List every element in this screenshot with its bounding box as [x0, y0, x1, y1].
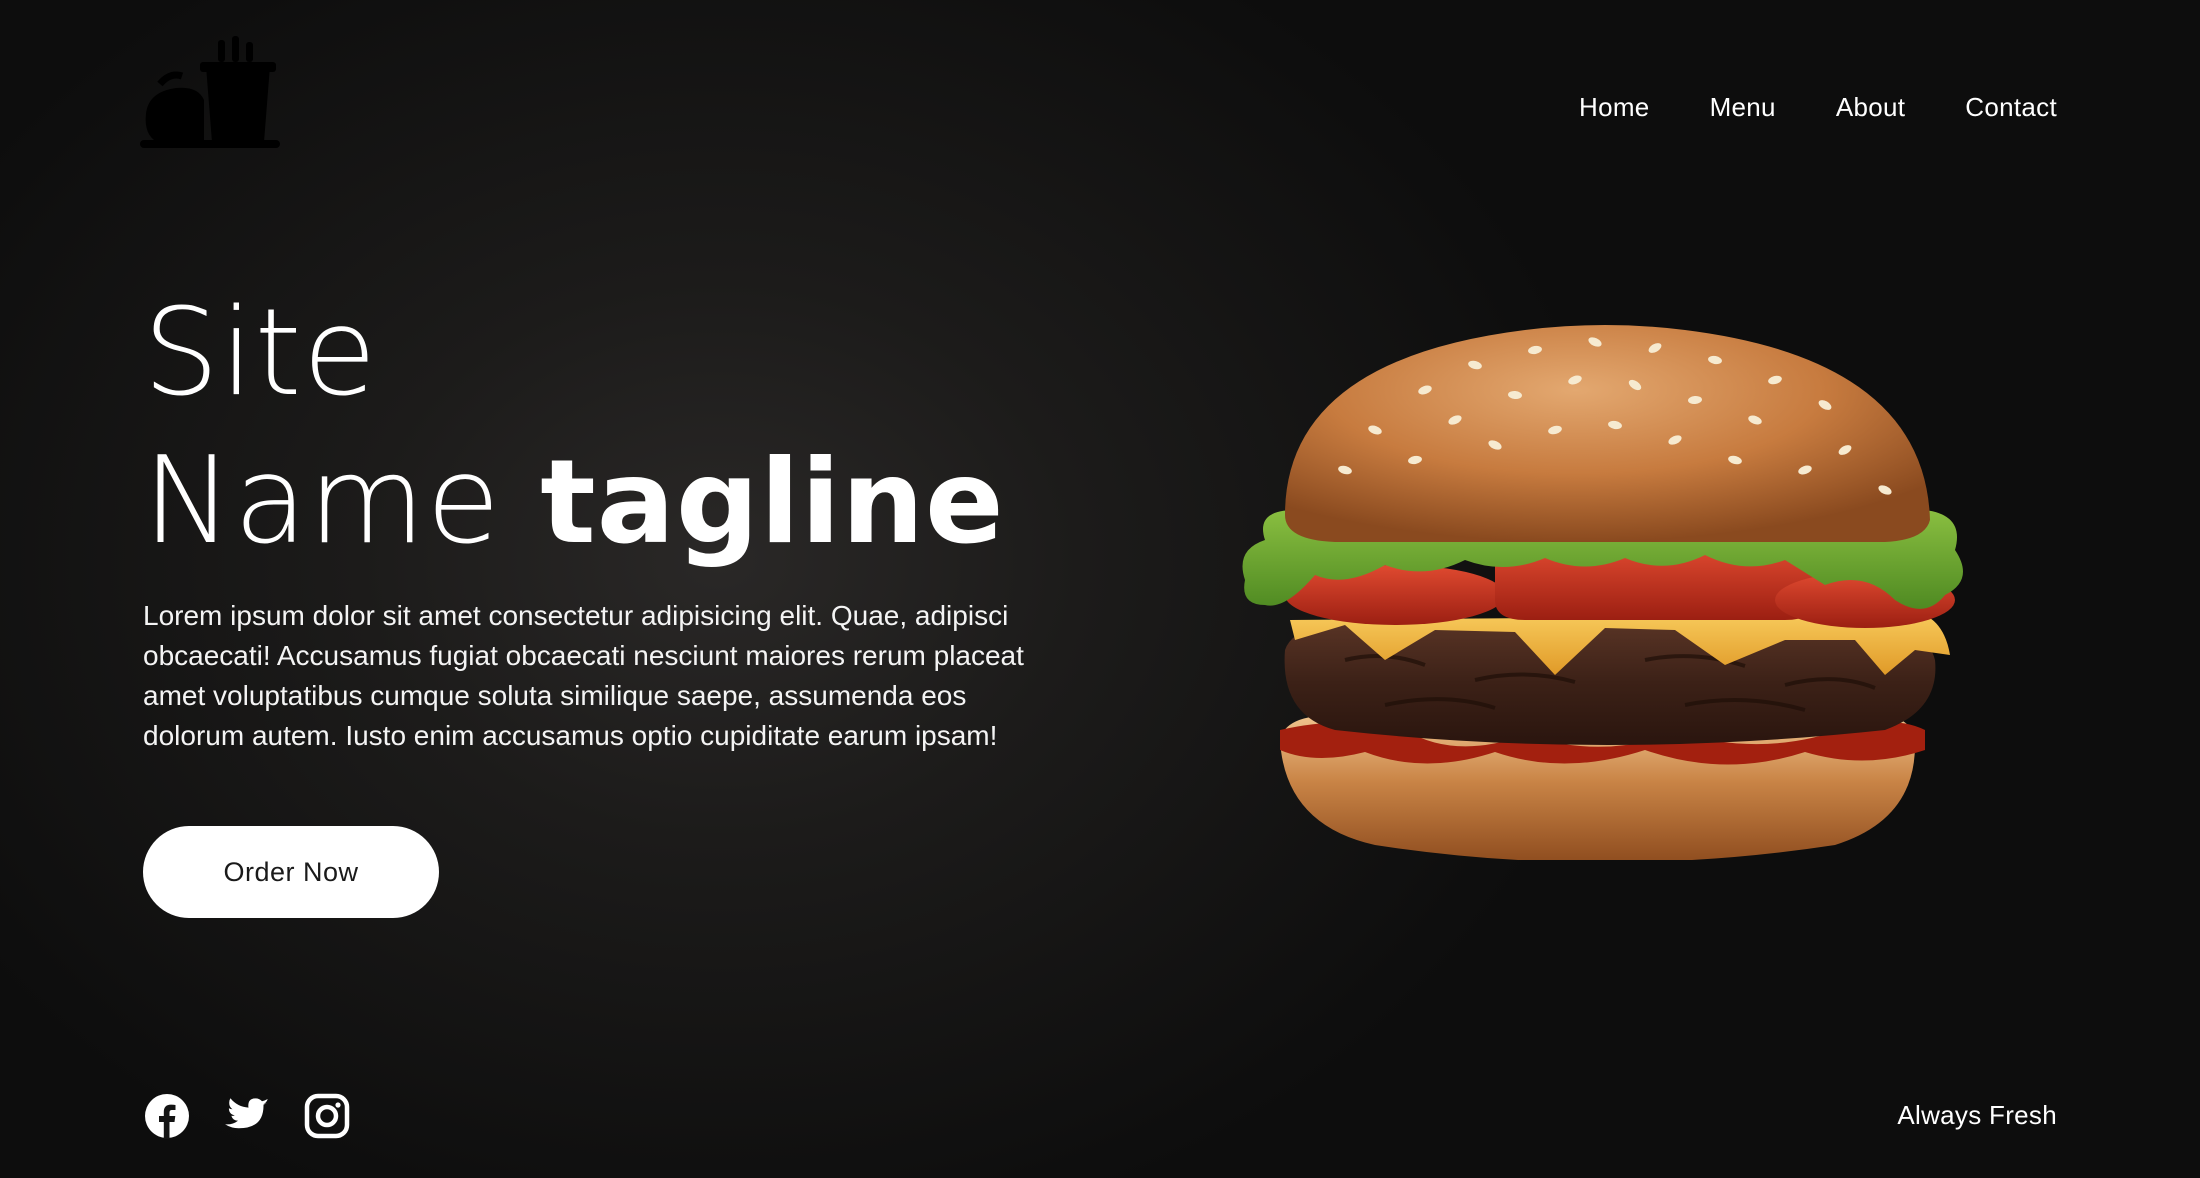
social-links [144, 1093, 350, 1139]
nav-contact-link[interactable]: Contact [1965, 92, 2057, 123]
burger-image [1242, 325, 1963, 860]
nav-home-link[interactable]: Home [1579, 92, 1650, 123]
coffee-logo-icon[interactable] [140, 36, 280, 154]
main-nav: Home Menu About Contact [1579, 92, 2057, 123]
hero-title-site: Site [143, 284, 378, 423]
facebook-icon[interactable] [144, 1093, 190, 1139]
twitter-icon[interactable] [224, 1093, 270, 1139]
hero-description: Lorem ipsum dolor sit amet consectetur a… [143, 600, 1024, 751]
nav-about-link[interactable]: About [1836, 92, 1905, 123]
order-now-button[interactable]: Order Now [143, 826, 439, 918]
hero-title: Site Name tagline [143, 280, 1005, 577]
hero-title-name: Name [143, 432, 502, 571]
footer-tagline: Always Fresh [1897, 1100, 2057, 1130]
instagram-icon[interactable] [304, 1093, 350, 1139]
nav-menu-link[interactable]: Menu [1710, 92, 1776, 123]
hero-title-tagline: tagline [540, 435, 1005, 570]
